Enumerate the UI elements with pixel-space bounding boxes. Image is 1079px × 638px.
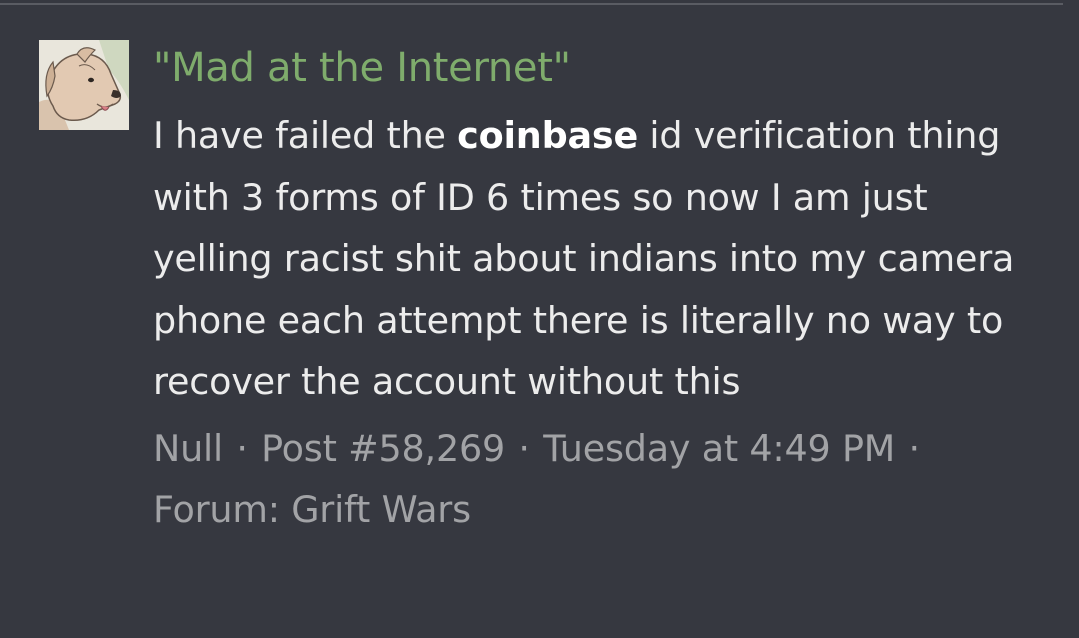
thread-title-link[interactable]: "Mad at the Internet" <box>153 40 1058 96</box>
author-link[interactable]: Null <box>153 427 223 470</box>
user-avatar[interactable] <box>39 40 129 130</box>
forum-link[interactable]: Forum: Grift Wars <box>153 488 471 531</box>
post-meta: Null · Post #58,269 · Tuesday at 4:49 PM… <box>153 418 1058 541</box>
dog-avatar-icon <box>39 40 129 130</box>
search-result-card: "Mad at the Internet" I have failed the … <box>0 0 1079 638</box>
result-content: "Mad at the Internet" I have failed the … <box>153 40 1058 541</box>
divider <box>0 3 1063 5</box>
search-term-highlight: coinbase <box>457 114 639 157</box>
snippet-text: I have failed the <box>153 114 458 157</box>
meta-separator: · <box>908 426 921 470</box>
snippet-text: id verification thing with 3 forms of ID… <box>153 114 1015 403</box>
meta-separator: · <box>518 426 530 470</box>
post-number-link[interactable]: Post #58,269 <box>261 427 505 470</box>
post-snippet: I have failed the coinbase id verificati… <box>153 105 1058 413</box>
meta-separator: · <box>236 426 248 470</box>
post-timestamp: Tuesday at 4:49 PM <box>543 426 896 470</box>
